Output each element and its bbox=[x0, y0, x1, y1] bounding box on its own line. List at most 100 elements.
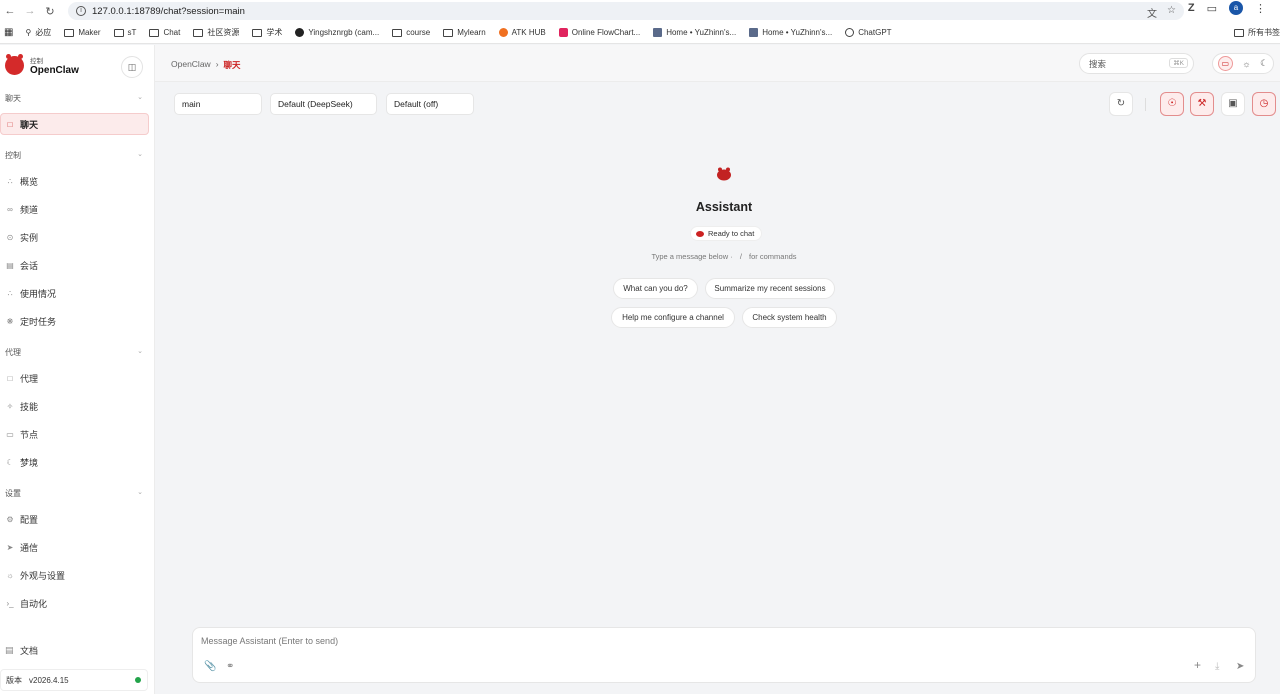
sidebar-item-label: 概览 bbox=[20, 176, 39, 187]
sidebar-item-label: 定时任务 bbox=[20, 316, 57, 327]
chevron-down-icon: ⌄ bbox=[137, 151, 143, 158]
attachment-icon[interactable]: 📎 bbox=[204, 661, 216, 672]
section-label: 代理 bbox=[5, 348, 21, 357]
bookmark-label: Home • YuZhinn's... bbox=[666, 28, 737, 37]
bookmark-st[interactable]: sT bbox=[113, 28, 136, 37]
extensions-icon[interactable]: ▭ bbox=[1207, 2, 1217, 15]
bookmark-label: 必应 bbox=[35, 28, 52, 37]
monitor-icon[interactable]: ▭ bbox=[1217, 56, 1233, 71]
assistant-mini-icon bbox=[696, 230, 704, 237]
microphone-icon[interactable]: ⚭ bbox=[226, 661, 234, 672]
send-icon[interactable]: ➤ bbox=[1236, 661, 1244, 672]
reload-icon[interactable]: ↻ bbox=[40, 5, 60, 18]
bookmark-atk-hub[interactable]: ATK HUB bbox=[498, 28, 546, 37]
section-agent[interactable]: 代理 ⌄ bbox=[5, 347, 143, 358]
search-input[interactable]: 搜索 ⌘K bbox=[1079, 53, 1194, 74]
breadcrumb-root[interactable]: OpenClaw bbox=[171, 59, 211, 71]
document-icon: ▤ bbox=[6, 260, 14, 270]
sidebar-item-appearance[interactable]: ☼ 外观与设置 bbox=[5, 564, 148, 586]
sidebar-item-label: 频道 bbox=[20, 204, 39, 215]
sidebar-docs[interactable]: ▤ 文档 bbox=[5, 644, 148, 657]
version-value: v2026.4.15 bbox=[29, 675, 69, 685]
brand[interactable]: 控制 OpenClaw bbox=[5, 54, 79, 76]
extension-z-icon[interactable]: Z bbox=[1188, 2, 1195, 14]
sidebar-item-skills[interactable]: ✧ 技能 bbox=[5, 395, 148, 417]
sidebar-item-channels[interactable]: ∞ 频道 bbox=[5, 198, 148, 220]
refresh-icon: ↻ bbox=[1116, 98, 1126, 109]
moon-icon[interactable]: ☾ bbox=[1260, 58, 1268, 69]
site-info-icon[interactable]: i bbox=[76, 6, 86, 16]
suggestion-chip[interactable]: What can you do? bbox=[613, 278, 698, 299]
bookmark-github[interactable]: Yingshznrgb (cam... bbox=[295, 28, 379, 37]
sidebar-item-instances[interactable]: ⊙ 实例 bbox=[5, 226, 148, 248]
suggestion-chip[interactable]: Check system health bbox=[742, 307, 837, 328]
model-select[interactable]: Default (DeepSeek) bbox=[270, 93, 377, 115]
bookmark-yuzhinn-2[interactable]: Home • YuZhinn's... bbox=[749, 28, 832, 37]
bookmark-chat[interactable]: Chat bbox=[149, 28, 180, 37]
history-button[interactable]: ◷ bbox=[1252, 92, 1276, 116]
suggestion-chip[interactable]: Summarize my recent sessions bbox=[705, 278, 835, 299]
bookmark-course[interactable]: course bbox=[392, 28, 430, 37]
message-input[interactable] bbox=[201, 636, 1101, 646]
address-bar[interactable]: i 127.0.0.1:18789/chat?session=main 文 ☆ bbox=[68, 2, 1184, 20]
bookmark-maker[interactable]: Maker bbox=[64, 28, 101, 37]
thinking-select[interactable]: Default (off) bbox=[386, 93, 474, 115]
search-icon: ⚲ bbox=[25, 28, 32, 37]
sidebar-collapse-button[interactable]: ◫ bbox=[121, 56, 143, 78]
sidebar-item-config[interactable]: ⚙ 配置 bbox=[5, 508, 148, 530]
profile-avatar[interactable]: a bbox=[1229, 1, 1243, 15]
focus-button[interactable]: ☉ bbox=[1160, 92, 1184, 116]
apps-grid-icon[interactable]: ▦ bbox=[4, 27, 13, 38]
browser-menu-icon[interactable]: ⋮ bbox=[1255, 2, 1266, 15]
section-control[interactable]: 控制 ⌄ bbox=[5, 150, 143, 161]
bookmark-flowchart[interactable]: Online FlowChart... bbox=[558, 28, 640, 37]
sidebar-item-agents[interactable]: □ 代理 bbox=[5, 367, 148, 389]
back-icon[interactable]: ← bbox=[0, 5, 20, 17]
bookmark-label: 学术 bbox=[266, 28, 283, 37]
sidebar-item-sessions[interactable]: ▤ 会话 bbox=[5, 254, 148, 276]
sidebar-item-label: 通信 bbox=[20, 542, 39, 553]
sidebar-item-nodes[interactable]: ▭ 节点 bbox=[5, 423, 148, 445]
sidebar-item-dreams[interactable]: ☾ 梦境 bbox=[5, 451, 148, 473]
sidebar-toggle-icon: ◫ bbox=[127, 62, 137, 72]
main-topbar: OpenClaw › 聊天 搜索 ⌘K ▭ ☼ ☾ bbox=[155, 45, 1280, 82]
sidebar-item-chat[interactable]: □ 聊天 bbox=[0, 113, 149, 135]
url-text[interactable]: 127.0.0.1:18789/chat?session=main bbox=[92, 6, 245, 17]
translate-icon[interactable]: 文 bbox=[1147, 5, 1157, 20]
bookmark-bing[interactable]: ⚲ 必应 bbox=[25, 27, 51, 38]
all-bookmarks[interactable]: 所有书签 bbox=[1234, 27, 1280, 38]
chevron-down-icon: ⌄ bbox=[137, 94, 143, 101]
folder-icon bbox=[149, 28, 160, 37]
toolbar-divider bbox=[1145, 98, 1146, 111]
sidebar-item-automation[interactable]: ›_ 自动化 bbox=[5, 592, 148, 614]
refresh-button[interactable]: ↻ bbox=[1109, 92, 1133, 116]
sidebar-item-comms[interactable]: ➤ 通信 bbox=[5, 536, 148, 558]
folder-icon bbox=[392, 28, 403, 37]
session-select[interactable]: main bbox=[174, 93, 262, 115]
section-settings[interactable]: 设置 ⌄ bbox=[5, 488, 143, 499]
bookmark-mylearn[interactable]: Mylearn bbox=[443, 28, 486, 37]
message-composer: 📎 ⚭ + ⤓ ➤ bbox=[192, 627, 1256, 683]
bookmark-community[interactable]: 社区资源 bbox=[193, 27, 239, 38]
plus-icon[interactable]: + bbox=[1194, 658, 1201, 672]
breadcrumb-separator: › bbox=[215, 59, 219, 69]
bookmark-yuzhinn-1[interactable]: Home • YuZhinn's... bbox=[653, 28, 736, 37]
suggestion-chip[interactable]: Help me configure a channel bbox=[611, 307, 735, 328]
bookmark-chatgpt[interactable]: ChatGPT bbox=[845, 28, 892, 37]
sidebar-item-overview[interactable]: ∴ 概览 bbox=[5, 170, 148, 192]
bookmark-academic[interactable]: 学术 bbox=[252, 27, 282, 38]
sparkle-icon: ✧ bbox=[6, 401, 14, 411]
sidebar-item-usage[interactable]: ∴ 使用情况 bbox=[5, 282, 148, 304]
download-icon[interactable]: ⤓ bbox=[1215, 661, 1219, 672]
bookmark-label: 社区资源 bbox=[207, 28, 240, 37]
bookmark-star-icon[interactable]: ☆ bbox=[1167, 5, 1176, 20]
sidebar-item-label: 实例 bbox=[20, 232, 39, 243]
sidebar-item-cron[interactable]: ❋ 定时任务 bbox=[5, 310, 148, 332]
forward-icon[interactable]: → bbox=[20, 5, 40, 17]
terminal-icon: ›_ bbox=[6, 598, 14, 608]
sidebar-item-label: 梦境 bbox=[20, 457, 39, 468]
sun-icon[interactable]: ☼ bbox=[1242, 59, 1250, 69]
scan-button[interactable]: ▣ bbox=[1221, 92, 1245, 116]
tools-button[interactable]: ⚒ bbox=[1190, 92, 1214, 116]
section-chat[interactable]: 聊天 ⌄ bbox=[5, 93, 143, 104]
